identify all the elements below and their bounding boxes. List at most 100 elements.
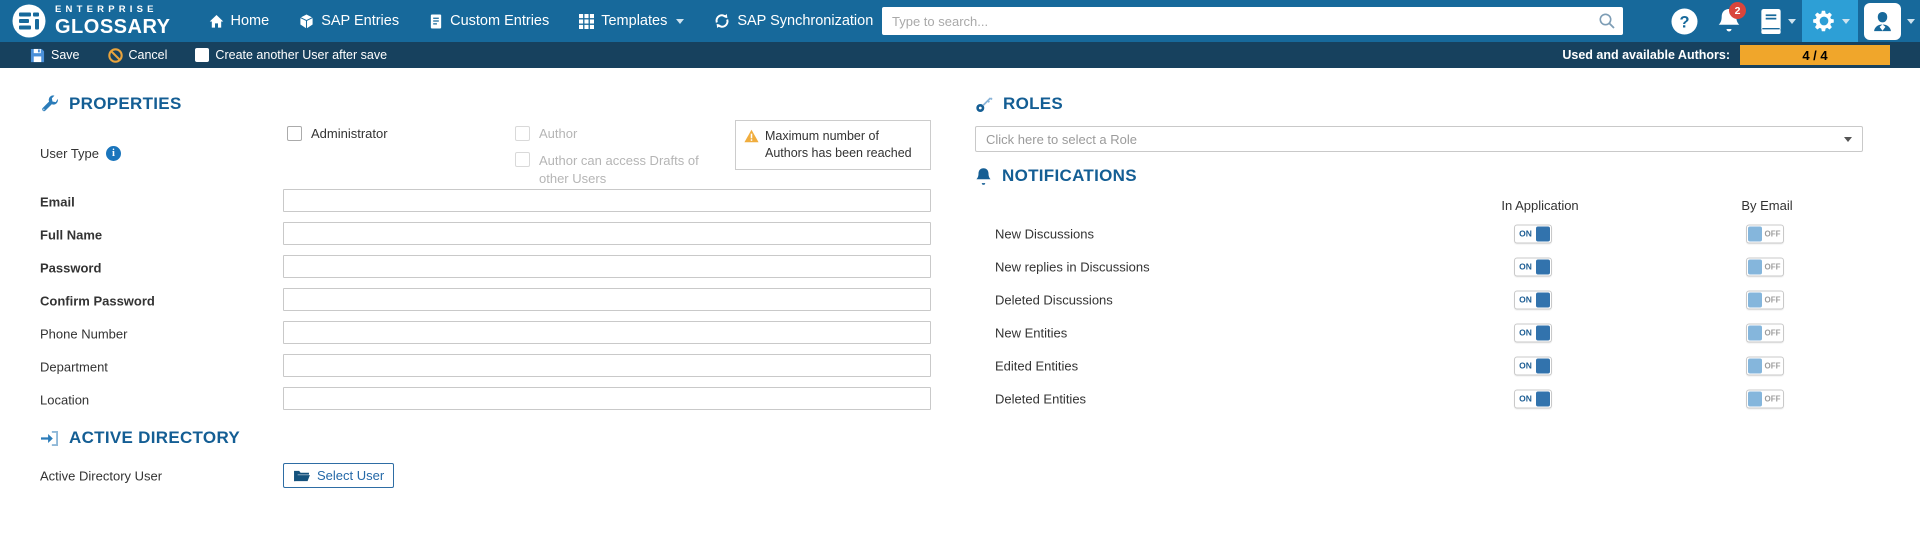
- notification-row-deleted-discussions: Deleted Discussions ON OFF: [975, 283, 1865, 316]
- info-icon[interactable]: i: [106, 146, 121, 161]
- email-toggle-off[interactable]: OFF: [1746, 290, 1784, 309]
- author-label: Author: [539, 126, 577, 141]
- authors-counter-badge: 4 / 4: [1740, 45, 1890, 65]
- search-icon[interactable]: [1598, 12, 1616, 30]
- email-toggle-off[interactable]: OFF: [1746, 224, 1784, 243]
- notification-count-badge: 2: [1729, 2, 1746, 19]
- search-box: [882, 7, 1623, 35]
- password-field[interactable]: [283, 255, 931, 278]
- notification-row-label: New Discussions: [995, 226, 1094, 241]
- full-name-label: Full Name: [40, 227, 102, 242]
- page: ENTERPRISE GLOSSARY Home SAP Entries Cus…: [0, 0, 1920, 557]
- save-button[interactable]: Save: [30, 48, 80, 63]
- glossary-log-button[interactable]: [1752, 0, 1802, 42]
- cube-icon: [299, 14, 314, 29]
- email-toggle-off[interactable]: OFF: [1746, 323, 1784, 342]
- phone-number-row: Phone Number: [40, 317, 940, 350]
- authors-counter-label: Used and available Authors:: [1562, 48, 1730, 62]
- author-drafts-checkbox-row: Author can access Drafts of other Users: [515, 152, 705, 187]
- search-input[interactable]: [882, 7, 1623, 35]
- toggle-knob: [1748, 325, 1762, 340]
- notifications-button[interactable]: 2: [1706, 0, 1752, 42]
- toggle-off-label: OFF: [1762, 361, 1783, 370]
- department-field[interactable]: [283, 354, 931, 377]
- password-label: Password: [40, 260, 101, 275]
- in-app-toggle-on[interactable]: ON: [1514, 257, 1552, 276]
- settings-button-active[interactable]: [1802, 0, 1858, 42]
- warning-text: Maximum number of Authors has been reach…: [765, 129, 912, 160]
- properties-title: PROPERTIES: [69, 94, 182, 114]
- cancel-button[interactable]: Cancel: [108, 48, 168, 63]
- help-button[interactable]: ?: [1662, 0, 1706, 42]
- nav-item-home[interactable]: Home: [209, 13, 270, 29]
- author-drafts-label: Author can access Drafts of other Users: [539, 152, 705, 187]
- logo-enterprise: ENTERPRISE: [55, 5, 171, 15]
- properties-form: Email Full Name Password Confirm Passwor…: [40, 185, 940, 416]
- sign-in-icon: [40, 430, 59, 447]
- toggle-knob: [1748, 226, 1762, 241]
- create-another-user-label: Create another User after save: [215, 48, 387, 62]
- toggle-on-label: ON: [1515, 262, 1536, 272]
- nav-item-custom-entries[interactable]: Custom Entries: [429, 13, 549, 29]
- roles-notifications-column: ROLES Click here to select a Role NOTIFI…: [975, 68, 1865, 557]
- save-label: Save: [51, 48, 80, 62]
- create-another-user-checkbox-row[interactable]: Create another User after save: [195, 48, 387, 62]
- email-toggle-off[interactable]: OFF: [1746, 257, 1784, 276]
- chevron-down-icon: [1907, 19, 1915, 24]
- notifications-title: NOTIFICATIONS: [1002, 166, 1137, 186]
- full-name-field[interactable]: [283, 222, 931, 245]
- user-type-row: User Type i: [40, 146, 121, 161]
- logo-text: ENTERPRISE GLOSSARY: [55, 5, 171, 37]
- role-select[interactable]: Click here to select a Role: [975, 126, 1863, 152]
- sync-icon: [714, 13, 730, 29]
- notification-row-edited-entities: Edited Entities ON OFF: [975, 349, 1865, 382]
- nav-item-sap-synchronization[interactable]: SAP Synchronization: [714, 13, 890, 29]
- nav-item-label: SAP Entries: [321, 13, 399, 29]
- notification-row-label: Edited Entities: [995, 358, 1078, 373]
- create-another-user-checkbox[interactable]: [195, 48, 209, 62]
- email-toggle-off[interactable]: OFF: [1746, 389, 1784, 408]
- max-authors-warning: Maximum number of Authors has been reach…: [735, 120, 931, 170]
- active-directory-header: ACTIVE DIRECTORY: [40, 428, 240, 448]
- in-app-toggle-on[interactable]: ON: [1514, 356, 1552, 375]
- user-menu-button[interactable]: [1858, 0, 1920, 42]
- administrator-checkbox[interactable]: [287, 126, 302, 141]
- in-app-toggle-on[interactable]: ON: [1514, 290, 1552, 309]
- toggle-knob: [1748, 358, 1762, 373]
- grid-icon: [579, 14, 594, 29]
- in-app-toggle-on[interactable]: ON: [1514, 224, 1552, 243]
- confirm-password-row: Confirm Password: [40, 284, 940, 317]
- administrator-checkbox-row[interactable]: Administrator: [287, 126, 388, 141]
- in-app-toggle-on[interactable]: ON: [1514, 323, 1552, 342]
- confirm-password-field[interactable]: [283, 288, 931, 311]
- by-email-column-header: By Email: [1741, 198, 1792, 213]
- phone-number-field[interactable]: [283, 321, 931, 344]
- toggle-off-label: OFF: [1762, 229, 1783, 238]
- select-user-button[interactable]: Select User: [283, 463, 394, 488]
- main-menu: Home SAP Entries Custom Entries Template…: [209, 13, 891, 29]
- cancel-icon: [108, 48, 123, 63]
- chevron-down-icon: [1842, 19, 1850, 24]
- toggle-on-label: ON: [1515, 328, 1536, 338]
- nav-item-templates[interactable]: Templates: [579, 13, 684, 29]
- email-field[interactable]: [283, 189, 931, 212]
- in-app-toggle-on[interactable]: ON: [1514, 389, 1552, 408]
- confirm-password-label: Confirm Password: [40, 293, 155, 308]
- notifications-header: NOTIFICATIONS: [975, 166, 1137, 186]
- toggle-knob: [1536, 292, 1550, 307]
- location-field[interactable]: [283, 387, 931, 410]
- email-label: Email: [40, 194, 75, 209]
- action-toolbar: Save Cancel Create another User after sa…: [0, 42, 1920, 68]
- administrator-label: Administrator: [311, 126, 388, 141]
- notification-row-deleted-entities: Deleted Entities ON OFF: [975, 382, 1865, 415]
- main-content: PROPERTIES User Type i Administrator Aut…: [0, 68, 1920, 557]
- email-toggle-off[interactable]: OFF: [1746, 356, 1784, 375]
- roles-title: ROLES: [1003, 94, 1063, 114]
- active-directory-title: ACTIVE DIRECTORY: [69, 428, 240, 448]
- wrench-icon: [40, 95, 59, 114]
- role-select-placeholder: Click here to select a Role: [986, 132, 1844, 147]
- app-logo[interactable]: ENTERPRISE GLOSSARY: [12, 4, 171, 38]
- book-icon: [1759, 8, 1783, 35]
- chevron-down-icon: [1788, 19, 1796, 24]
- nav-item-sap-entries[interactable]: SAP Entries: [299, 13, 399, 29]
